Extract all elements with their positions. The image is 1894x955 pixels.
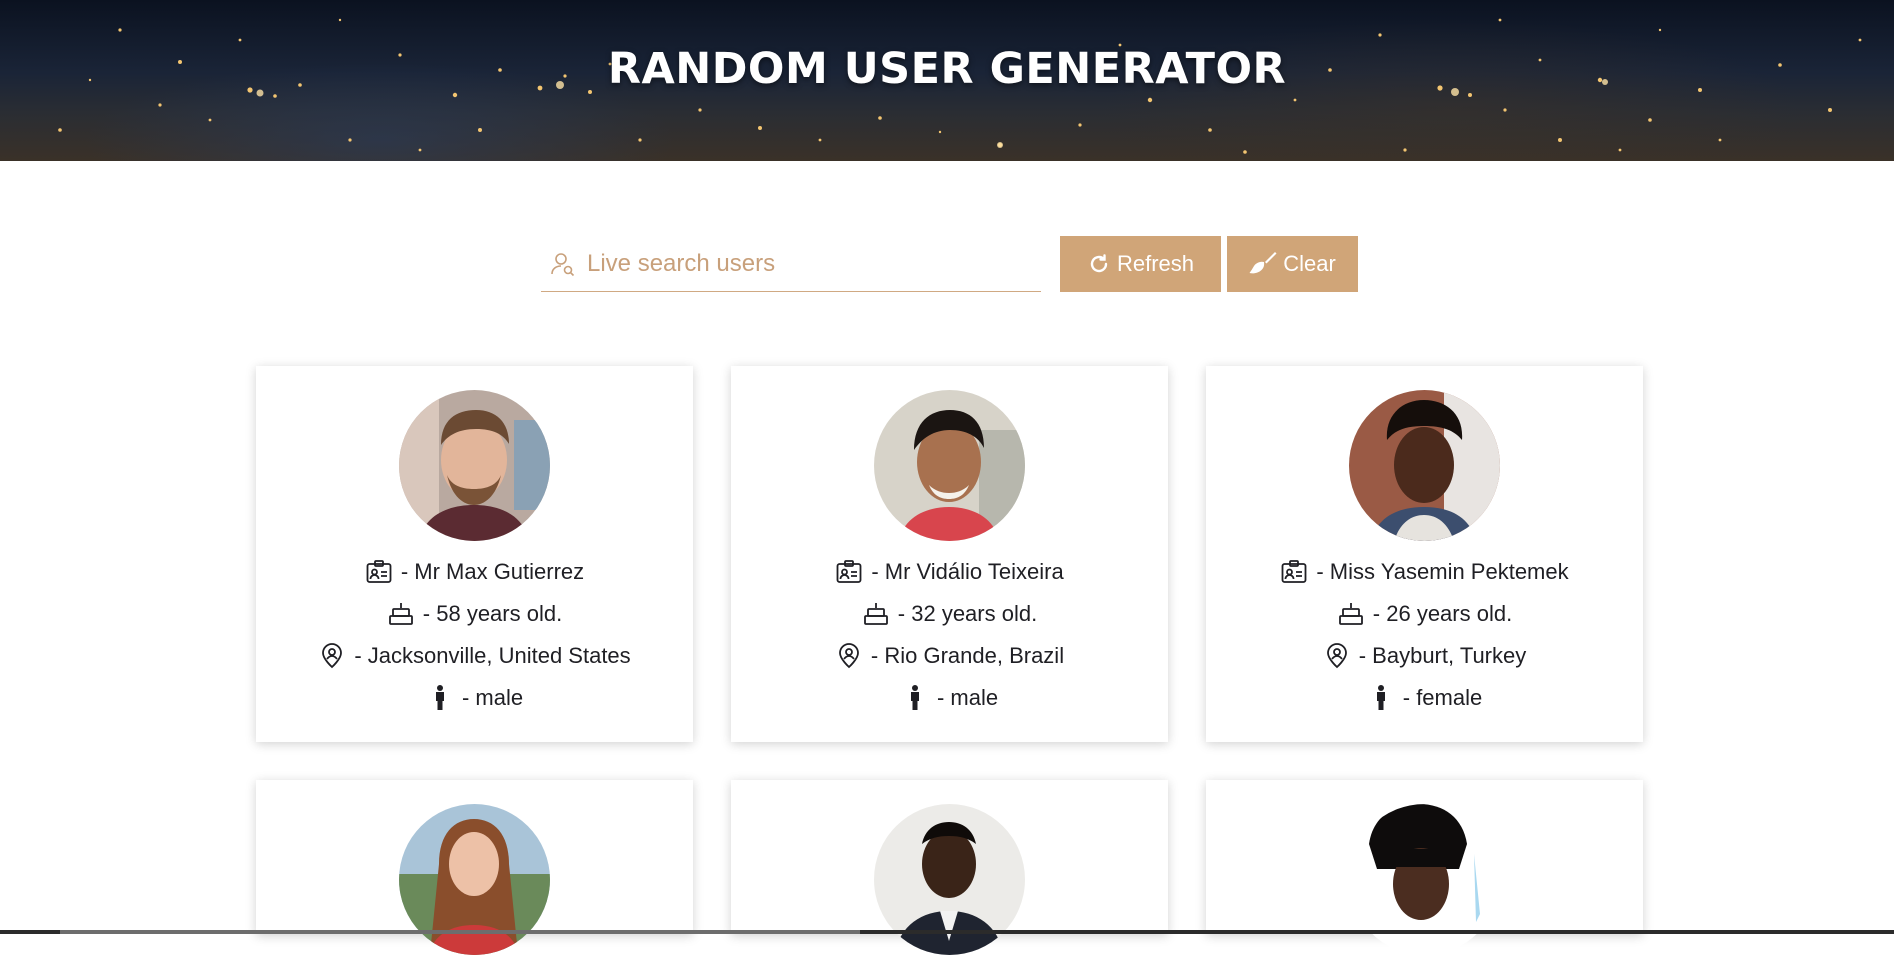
user-age-line: - 58 years old.: [256, 599, 693, 629]
user-gender: - male: [461, 685, 524, 710]
user-gender-line: - male: [731, 683, 1168, 713]
user-name: - Mr Max Gutierrez: [400, 559, 585, 584]
user-gender-line: - female: [1206, 683, 1643, 713]
person-icon: [426, 684, 454, 712]
search-input[interactable]: [585, 243, 1025, 284]
person-icon: [1367, 684, 1395, 712]
broom-icon: [1249, 251, 1277, 277]
cake-icon: [862, 600, 890, 628]
scrollbar-thumb[interactable]: [60, 930, 860, 934]
hero-banner: RANDOM USER GENERATOR: [0, 0, 1894, 161]
user-location: - Bayburt, Turkey: [1358, 643, 1527, 668]
user-card: - Miss Yasemin Pektemek - 26 years old. …: [1206, 366, 1643, 742]
search-bar: [541, 236, 1041, 292]
user-location-line: - Jacksonville, United States: [256, 641, 693, 671]
user-name: - Mr Vidálio Teixeira: [871, 559, 1064, 584]
user-age: - 58 years old.: [422, 601, 563, 626]
map-pin-icon: [318, 642, 346, 670]
user-location: - Rio Grande, Brazil: [870, 643, 1065, 668]
user-card: - Mr Max Gutierrez - 58 years old. - Jac…: [256, 366, 693, 742]
user-age-line: - 32 years old.: [731, 599, 1168, 629]
user-location: - Jacksonville, United States: [354, 643, 631, 668]
user-age-line: - 26 years old.: [1206, 599, 1643, 629]
user-gender: - female: [1402, 685, 1483, 710]
avatar: [399, 390, 550, 541]
user-age: - 32 years old.: [897, 601, 1038, 626]
user-gender-line: - male: [256, 683, 693, 713]
user-name-line: - Mr Max Gutierrez: [256, 557, 693, 587]
id-card-icon: [1280, 558, 1308, 586]
user-location-line: - Bayburt, Turkey: [1206, 641, 1643, 671]
refresh-label: Refresh: [1116, 251, 1195, 276]
cake-icon: [387, 600, 415, 628]
id-card-icon: [365, 558, 393, 586]
user-age: - 26 years old.: [1372, 601, 1513, 626]
user-name-line: - Miss Yasemin Pektemek: [1206, 557, 1643, 587]
refresh-icon: [1087, 252, 1111, 276]
avatar: [1349, 390, 1500, 541]
user-card: - Mr Vidálio Teixeira - 32 years old. - …: [731, 366, 1168, 742]
page-title: RANDOM USER GENERATOR: [607, 44, 1287, 94]
user-name-line: - Mr Vidálio Teixeira: [731, 557, 1168, 587]
user-name: - Miss Yasemin Pektemek: [1316, 559, 1569, 584]
user-gender: - male: [936, 685, 999, 710]
user-card: [256, 780, 693, 955]
id-card-icon: [835, 558, 863, 586]
refresh-button[interactable]: Refresh: [1060, 236, 1221, 292]
avatar: [874, 390, 1025, 541]
map-pin-icon: [1323, 642, 1351, 670]
map-pin-icon: [835, 642, 863, 670]
horizontal-scrollbar[interactable]: [0, 930, 1894, 934]
user-card: [1206, 780, 1643, 955]
user-location-line: - Rio Grande, Brazil: [731, 641, 1168, 671]
user-card: [731, 780, 1168, 955]
person-icon: [901, 684, 929, 712]
cake-icon: [1337, 600, 1365, 628]
clear-label: Clear: [1283, 251, 1336, 276]
user-search-icon: [549, 250, 577, 278]
clear-button[interactable]: Clear: [1227, 236, 1358, 292]
